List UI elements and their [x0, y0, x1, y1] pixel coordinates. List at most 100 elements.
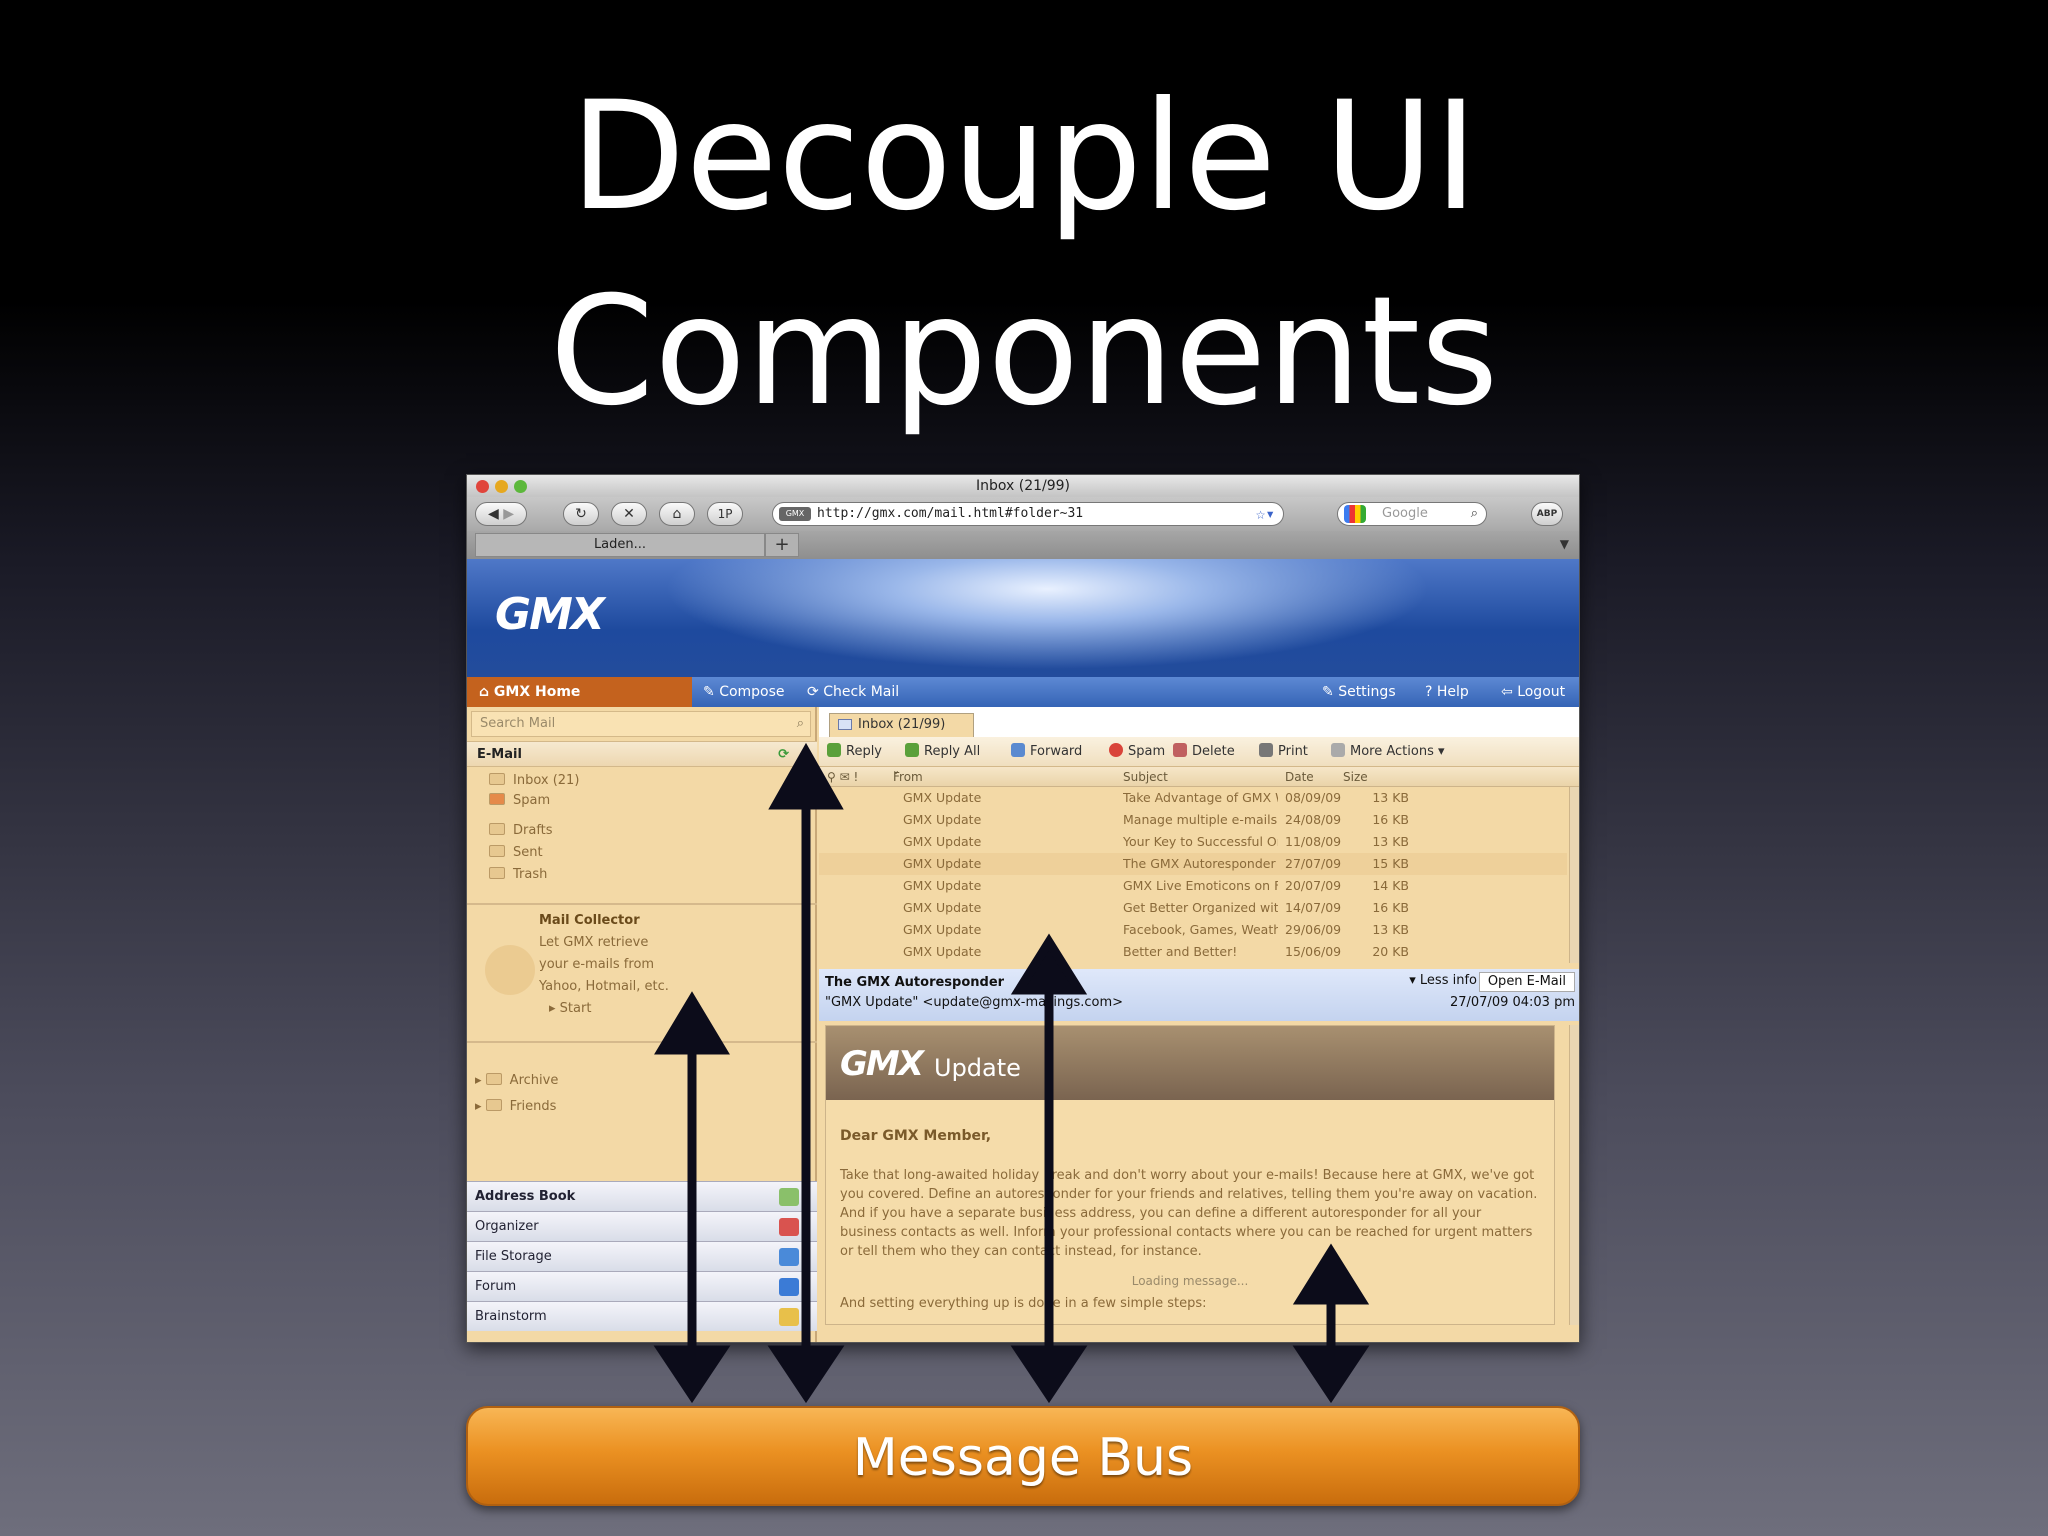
folder-icon	[489, 773, 505, 785]
folder-label: Inbox (21)	[513, 773, 580, 788]
onepassword-button[interactable]: 1P	[707, 502, 743, 526]
print-button[interactable]: Print	[1259, 737, 1308, 767]
table-row[interactable]: GMX Update Get Better Organized with GMX 1…	[819, 897, 1567, 919]
folder-icon	[485, 1073, 502, 1085]
spam-button[interactable]: Spam	[1109, 737, 1165, 767]
table-row[interactable]: GMX Update Better and Better! 15/06/09 20 K…	[819, 941, 1567, 963]
table-row[interactable]: GMX Update Your Key to Successful Organiz…	[819, 831, 1567, 853]
folder-label: Sent	[513, 845, 543, 860]
forward-icon[interactable]: ▶	[503, 506, 514, 522]
nav-organizer[interactable]: Organizer	[467, 1211, 817, 1241]
refresh-icon[interactable]: ⟳	[778, 742, 789, 768]
gmx-logo[interactable]: GMX	[495, 589, 605, 640]
nav-settings[interactable]: ✎ Settings	[1322, 677, 1396, 707]
nav-file-storage[interactable]: File Storage	[467, 1241, 817, 1271]
table-row[interactable]: GMX Update The GMX Autoresponder 27/07/09 1…	[819, 853, 1567, 875]
nav-check-mail[interactable]: ⟳ Check Mail	[807, 677, 899, 707]
close-window-icon[interactable]	[476, 480, 489, 493]
column-subject[interactable]: Subject	[1123, 767, 1168, 787]
message-scrollbar[interactable]	[1569, 1025, 1579, 1325]
column-from[interactable]: From ˅	[893, 767, 923, 787]
folder-drafts[interactable]: Drafts	[489, 821, 553, 841]
folder-sent[interactable]: Sent	[489, 843, 543, 863]
reply-button[interactable]: Reply	[827, 737, 882, 767]
table-row[interactable]: GMX Update Manage multiple e-mails at on 2…	[819, 809, 1567, 831]
forward-button[interactable]: Forward	[1011, 737, 1082, 767]
back-forward-button[interactable]: ◀ ▶	[475, 502, 527, 526]
nav-address-book[interactable]: Address Book	[467, 1181, 817, 1211]
less-info-link[interactable]: ▾ Less info	[1409, 973, 1477, 988]
browser-toolbar: ◀ ▶ ↻ ✕ ⌂ 1P GMX http://gmx.com/mail.htm…	[467, 497, 1579, 531]
reply-all-button[interactable]: Reply All	[905, 737, 980, 767]
mail-subject-cell: Facebook, Games, Weather ...	[1123, 922, 1278, 937]
nav-gmx-home-label: GMX Home	[493, 684, 581, 700]
table-row[interactable]: GMX Update Take Advantage of GMX Withou 08…	[819, 787, 1567, 809]
google-icon[interactable]	[1344, 505, 1366, 523]
mail-subject-cell: Your Key to Successful Organiz	[1123, 834, 1278, 849]
less-info-label: Less info	[1419, 973, 1477, 988]
column-size[interactable]: Size	[1343, 767, 1368, 787]
adblock-button[interactable]: ABP	[1531, 502, 1563, 526]
search-icon[interactable]: ⌕	[1471, 503, 1478, 525]
nav-help[interactable]: ? Help	[1425, 677, 1469, 707]
folder-friends[interactable]: ▸ Friends	[475, 1097, 556, 1117]
url-text[interactable]: http://gmx.com/mail.html#folder~31	[817, 506, 1083, 521]
table-row[interactable]: GMX Update GMX Live Emoticons on Facebo 20…	[819, 875, 1567, 897]
mail-date-cell: 08/09/09	[1285, 790, 1342, 805]
bookmark-star-icon[interactable]: ☆▾	[1256, 503, 1275, 525]
folder-spam[interactable]: Spam	[489, 791, 550, 811]
mail-collector-text: Yahoo, Hotmail, etc.	[539, 979, 669, 994]
nav-settings-label: Settings	[1338, 684, 1396, 700]
mail-tabs: Inbox (21/99)	[819, 707, 1579, 737]
google-search-field[interactable]: Google ⌕	[1337, 502, 1487, 526]
more-actions-button[interactable]: More Actions ▾	[1331, 737, 1445, 767]
folder-icon	[485, 1099, 502, 1111]
attachment-column-icon[interactable]: ⚲ ✉ !	[827, 767, 858, 787]
url-bar[interactable]: GMX http://gmx.com/mail.html#folder~31 ☆…	[772, 502, 1284, 526]
gmx-navbar: ⌂ GMX Home ✎ Compose ⟳ Check Mail ✎ Sett…	[467, 677, 1579, 707]
google-search-placeholder: Google	[1382, 506, 1428, 521]
zoom-window-icon[interactable]	[514, 480, 527, 493]
nav-brainstorm[interactable]: Brainstorm	[467, 1301, 817, 1331]
nav-forum[interactable]: Forum	[467, 1271, 817, 1301]
folder-trash[interactable]: Trash	[489, 865, 547, 885]
mail-collector-start-link[interactable]: ▸ Start	[549, 1001, 591, 1016]
mail-list-header: ⚲ ✉ ! From ˅ Subject Date Size	[819, 767, 1579, 787]
trash-icon	[489, 867, 505, 879]
spam-folder-icon	[489, 793, 505, 805]
nav-logout[interactable]: ⇦ Logout	[1501, 677, 1565, 707]
delete-button[interactable]: Delete	[1173, 737, 1235, 767]
mail-list-scrollbar[interactable]	[1569, 787, 1579, 963]
forward-icon	[1011, 743, 1025, 757]
new-tab-button[interactable]: +	[765, 533, 799, 557]
reload-button[interactable]: ↻	[563, 502, 599, 526]
search-icon[interactable]: ⌕	[797, 712, 804, 736]
mail-from-cell: GMX Update	[903, 922, 982, 937]
calendar-icon	[779, 1218, 799, 1236]
nav-gmx-home[interactable]: ⌂ GMX Home	[467, 677, 692, 707]
stop-button[interactable]: ✕	[611, 502, 647, 526]
folder-label: Drafts	[513, 823, 553, 838]
mail-size-cell: 16 KB	[1372, 900, 1409, 915]
browser-tabbar: Laden... + ▼	[467, 531, 1579, 559]
browser-tab[interactable]: Laden...	[475, 533, 765, 557]
folder-inbox[interactable]: Inbox (21)	[489, 771, 579, 791]
minimize-window-icon[interactable]	[495, 480, 508, 493]
table-row[interactable]: GMX Update Facebook, Games, Weather ... 29…	[819, 919, 1567, 941]
reply-all-label: Reply All	[924, 744, 981, 759]
search-mail-input[interactable]: Search Mail ⌕	[471, 711, 811, 737]
nav-compose[interactable]: ✎ Compose	[703, 677, 785, 707]
mail-subject-cell: The GMX Autoresponder	[1123, 856, 1276, 871]
mail-date-cell: 29/06/09	[1285, 922, 1342, 937]
tab-overflow-icon[interactable]: ▼	[1560, 537, 1569, 551]
folder-archive[interactable]: ▸ Archive	[475, 1071, 558, 1091]
tab-inbox[interactable]: Inbox (21/99)	[829, 713, 974, 737]
mail-size-cell: 13 KB	[1372, 790, 1409, 805]
column-date[interactable]: Date	[1285, 767, 1314, 787]
open-email-button[interactable]: Open E-Mail	[1478, 972, 1575, 992]
mail-from-cell: GMX Update	[903, 834, 982, 849]
organizer-label: Organizer	[475, 1219, 539, 1234]
email-section-header[interactable]: E-Mail ⟳	[467, 741, 817, 767]
back-icon[interactable]: ◀	[488, 506, 499, 522]
home-button[interactable]: ⌂	[659, 502, 695, 526]
